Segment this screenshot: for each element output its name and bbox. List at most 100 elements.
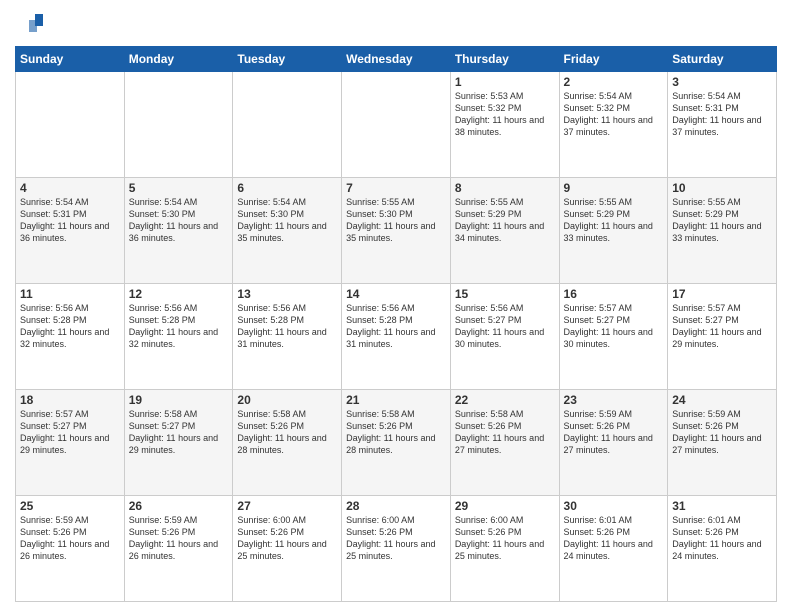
calendar-cell: 1Sunrise: 5:53 AM Sunset: 5:32 PM Daylig…	[450, 72, 559, 178]
cell-daylight-info: Sunrise: 5:59 AM Sunset: 5:26 PM Dayligh…	[564, 408, 664, 457]
cell-daylight-info: Sunrise: 5:57 AM Sunset: 5:27 PM Dayligh…	[20, 408, 120, 457]
cell-daylight-info: Sunrise: 5:56 AM Sunset: 5:28 PM Dayligh…	[237, 302, 337, 351]
cell-daylight-info: Sunrise: 5:54 AM Sunset: 5:31 PM Dayligh…	[672, 90, 772, 139]
calendar-cell: 9Sunrise: 5:55 AM Sunset: 5:29 PM Daylig…	[559, 178, 668, 284]
cell-daylight-info: Sunrise: 5:55 AM Sunset: 5:29 PM Dayligh…	[672, 196, 772, 245]
calendar-cell: 16Sunrise: 5:57 AM Sunset: 5:27 PM Dayli…	[559, 284, 668, 390]
cell-daylight-info: Sunrise: 5:56 AM Sunset: 5:28 PM Dayligh…	[129, 302, 229, 351]
calendar-col-header: Saturday	[668, 47, 777, 72]
calendar-cell: 10Sunrise: 5:55 AM Sunset: 5:29 PM Dayli…	[668, 178, 777, 284]
cell-daylight-info: Sunrise: 5:59 AM Sunset: 5:26 PM Dayligh…	[129, 514, 229, 563]
cell-daylight-info: Sunrise: 5:56 AM Sunset: 5:28 PM Dayligh…	[346, 302, 446, 351]
calendar-cell: 31Sunrise: 6:01 AM Sunset: 5:26 PM Dayli…	[668, 496, 777, 602]
logo	[15, 10, 46, 38]
calendar-cell: 23Sunrise: 5:59 AM Sunset: 5:26 PM Dayli…	[559, 390, 668, 496]
day-number: 20	[237, 393, 337, 407]
day-number: 3	[672, 75, 772, 89]
calendar-col-header: Monday	[124, 47, 233, 72]
day-number: 14	[346, 287, 446, 301]
calendar-week-row: 25Sunrise: 5:59 AM Sunset: 5:26 PM Dayli…	[16, 496, 777, 602]
calendar-week-row: 1Sunrise: 5:53 AM Sunset: 5:32 PM Daylig…	[16, 72, 777, 178]
day-number: 21	[346, 393, 446, 407]
day-number: 19	[129, 393, 229, 407]
day-number: 24	[672, 393, 772, 407]
calendar-cell: 2Sunrise: 5:54 AM Sunset: 5:32 PM Daylig…	[559, 72, 668, 178]
day-number: 28	[346, 499, 446, 513]
calendar-col-header: Sunday	[16, 47, 125, 72]
calendar-week-row: 11Sunrise: 5:56 AM Sunset: 5:28 PM Dayli…	[16, 284, 777, 390]
calendar-col-header: Tuesday	[233, 47, 342, 72]
cell-daylight-info: Sunrise: 6:00 AM Sunset: 5:26 PM Dayligh…	[237, 514, 337, 563]
calendar-cell: 11Sunrise: 5:56 AM Sunset: 5:28 PM Dayli…	[16, 284, 125, 390]
day-number: 10	[672, 181, 772, 195]
calendar-cell: 3Sunrise: 5:54 AM Sunset: 5:31 PM Daylig…	[668, 72, 777, 178]
calendar-cell: 19Sunrise: 5:58 AM Sunset: 5:27 PM Dayli…	[124, 390, 233, 496]
day-number: 4	[20, 181, 120, 195]
cell-daylight-info: Sunrise: 5:59 AM Sunset: 5:26 PM Dayligh…	[672, 408, 772, 457]
calendar-col-header: Friday	[559, 47, 668, 72]
calendar-cell: 14Sunrise: 5:56 AM Sunset: 5:28 PM Dayli…	[342, 284, 451, 390]
cell-daylight-info: Sunrise: 5:56 AM Sunset: 5:28 PM Dayligh…	[20, 302, 120, 351]
day-number: 6	[237, 181, 337, 195]
calendar-cell	[233, 72, 342, 178]
day-number: 11	[20, 287, 120, 301]
day-number: 23	[564, 393, 664, 407]
day-number: 2	[564, 75, 664, 89]
calendar-week-row: 18Sunrise: 5:57 AM Sunset: 5:27 PM Dayli…	[16, 390, 777, 496]
calendar-table: SundayMondayTuesdayWednesdayThursdayFrid…	[15, 46, 777, 602]
cell-daylight-info: Sunrise: 5:55 AM Sunset: 5:29 PM Dayligh…	[564, 196, 664, 245]
calendar-cell: 8Sunrise: 5:55 AM Sunset: 5:29 PM Daylig…	[450, 178, 559, 284]
day-number: 26	[129, 499, 229, 513]
day-number: 25	[20, 499, 120, 513]
day-number: 13	[237, 287, 337, 301]
cell-daylight-info: Sunrise: 5:54 AM Sunset: 5:30 PM Dayligh…	[237, 196, 337, 245]
day-number: 17	[672, 287, 772, 301]
cell-daylight-info: Sunrise: 5:55 AM Sunset: 5:29 PM Dayligh…	[455, 196, 555, 245]
calendar-cell: 29Sunrise: 6:00 AM Sunset: 5:26 PM Dayli…	[450, 496, 559, 602]
day-number: 12	[129, 287, 229, 301]
calendar-cell: 27Sunrise: 6:00 AM Sunset: 5:26 PM Dayli…	[233, 496, 342, 602]
calendar-cell: 26Sunrise: 5:59 AM Sunset: 5:26 PM Dayli…	[124, 496, 233, 602]
day-number: 1	[455, 75, 555, 89]
cell-daylight-info: Sunrise: 5:57 AM Sunset: 5:27 PM Dayligh…	[672, 302, 772, 351]
calendar-cell: 28Sunrise: 6:00 AM Sunset: 5:26 PM Dayli…	[342, 496, 451, 602]
calendar-week-row: 4Sunrise: 5:54 AM Sunset: 5:31 PM Daylig…	[16, 178, 777, 284]
cell-daylight-info: Sunrise: 5:58 AM Sunset: 5:26 PM Dayligh…	[455, 408, 555, 457]
day-number: 30	[564, 499, 664, 513]
day-number: 29	[455, 499, 555, 513]
cell-daylight-info: Sunrise: 5:54 AM Sunset: 5:31 PM Dayligh…	[20, 196, 120, 245]
cell-daylight-info: Sunrise: 5:58 AM Sunset: 5:27 PM Dayligh…	[129, 408, 229, 457]
calendar-cell: 20Sunrise: 5:58 AM Sunset: 5:26 PM Dayli…	[233, 390, 342, 496]
calendar-col-header: Thursday	[450, 47, 559, 72]
cell-daylight-info: Sunrise: 6:00 AM Sunset: 5:26 PM Dayligh…	[455, 514, 555, 563]
cell-daylight-info: Sunrise: 5:58 AM Sunset: 5:26 PM Dayligh…	[346, 408, 446, 457]
calendar-cell: 30Sunrise: 6:01 AM Sunset: 5:26 PM Dayli…	[559, 496, 668, 602]
day-number: 31	[672, 499, 772, 513]
cell-daylight-info: Sunrise: 5:59 AM Sunset: 5:26 PM Dayligh…	[20, 514, 120, 563]
day-number: 5	[129, 181, 229, 195]
cell-daylight-info: Sunrise: 6:01 AM Sunset: 5:26 PM Dayligh…	[564, 514, 664, 563]
calendar-cell: 25Sunrise: 5:59 AM Sunset: 5:26 PM Dayli…	[16, 496, 125, 602]
day-number: 27	[237, 499, 337, 513]
logo-icon	[15, 10, 43, 38]
calendar-cell: 4Sunrise: 5:54 AM Sunset: 5:31 PM Daylig…	[16, 178, 125, 284]
header	[15, 10, 777, 38]
day-number: 22	[455, 393, 555, 407]
cell-daylight-info: Sunrise: 5:53 AM Sunset: 5:32 PM Dayligh…	[455, 90, 555, 139]
page: SundayMondayTuesdayWednesdayThursdayFrid…	[0, 0, 792, 612]
calendar-cell	[16, 72, 125, 178]
cell-daylight-info: Sunrise: 6:01 AM Sunset: 5:26 PM Dayligh…	[672, 514, 772, 563]
calendar-cell: 5Sunrise: 5:54 AM Sunset: 5:30 PM Daylig…	[124, 178, 233, 284]
cell-daylight-info: Sunrise: 5:54 AM Sunset: 5:30 PM Dayligh…	[129, 196, 229, 245]
day-number: 9	[564, 181, 664, 195]
day-number: 7	[346, 181, 446, 195]
calendar-cell	[124, 72, 233, 178]
calendar-cell: 18Sunrise: 5:57 AM Sunset: 5:27 PM Dayli…	[16, 390, 125, 496]
calendar-cell: 12Sunrise: 5:56 AM Sunset: 5:28 PM Dayli…	[124, 284, 233, 390]
calendar-cell: 22Sunrise: 5:58 AM Sunset: 5:26 PM Dayli…	[450, 390, 559, 496]
cell-daylight-info: Sunrise: 5:57 AM Sunset: 5:27 PM Dayligh…	[564, 302, 664, 351]
calendar-cell: 6Sunrise: 5:54 AM Sunset: 5:30 PM Daylig…	[233, 178, 342, 284]
day-number: 15	[455, 287, 555, 301]
cell-daylight-info: Sunrise: 5:56 AM Sunset: 5:27 PM Dayligh…	[455, 302, 555, 351]
calendar-cell	[342, 72, 451, 178]
